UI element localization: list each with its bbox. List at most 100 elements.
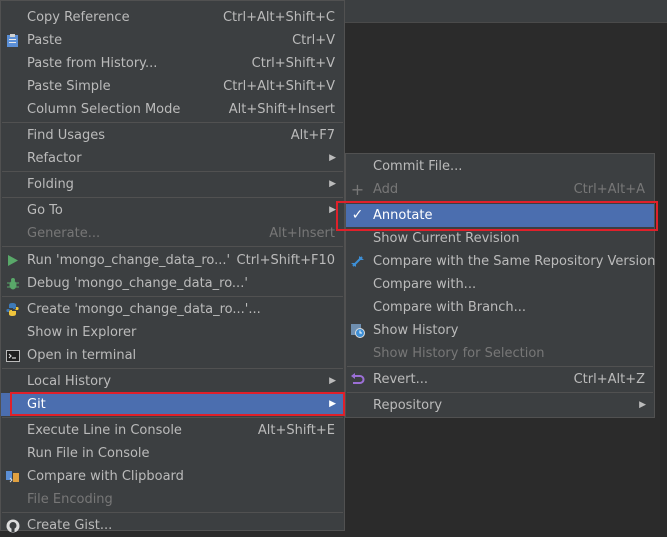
git-item-show-current-revision[interactable]: Show Current Revision — [346, 227, 654, 250]
menu-separator — [2, 368, 343, 369]
editor-context-menu: Copy Reference Ctrl+Alt+Shift+C Paste Ct… — [0, 0, 345, 533]
editor-divider — [345, 22, 667, 23]
git-item-compare-with-branch[interactable]: Compare with Branch... — [346, 296, 654, 319]
clipboard-icon — [5, 33, 20, 48]
menu-separator — [2, 171, 343, 172]
menu-item-label: Compare with Branch... — [373, 300, 527, 315]
menu-item-label: Revert... — [373, 372, 428, 387]
git-item-annotate[interactable]: ✓ Annotate — [346, 204, 654, 227]
menu-item-label: Compare with Clipboard — [27, 469, 184, 484]
menu-item-label: Run 'mongo_change_data_ro...' — [27, 253, 231, 268]
menu-item-shortcut: Alt+Shift+E — [257, 423, 335, 438]
menu-item-label: Column Selection Mode — [27, 102, 181, 117]
submenu-arrow-icon: ▶ — [329, 205, 336, 215]
menu-item-label: Compare with the Same Repository Version — [373, 254, 656, 269]
menu-item-shortcut: Ctrl+Alt+Shift+C — [222, 10, 335, 25]
menu-item-label: Find Usages — [27, 128, 106, 143]
menu-item-run[interactable]: Run 'mongo_change_data_ro...' Ctrl+Shift… — [1, 249, 344, 272]
terminal-icon — [5, 348, 20, 363]
menu-item-column-selection-mode[interactable]: Column Selection Mode Alt+Shift+Insert — [1, 98, 344, 121]
menu-item-label: Add — [373, 182, 399, 197]
menu-separator — [347, 392, 653, 393]
menu-item-generate: Generate... Alt+Insert — [1, 222, 344, 245]
git-item-show-history[interactable]: Show History — [346, 319, 654, 342]
menu-item-compare-with-clipboard[interactable]: Compare with Clipboard — [1, 465, 344, 488]
menu-item-shortcut: Alt+Insert — [269, 226, 335, 241]
menu-separator — [2, 122, 343, 123]
menu-item-shortcut: Ctrl+Shift+V — [251, 56, 335, 71]
menu-item-execute-line-in-console[interactable]: Execute Line in Console Alt+Shift+E — [1, 419, 344, 442]
git-item-add: + Add Ctrl+Alt+A — [346, 178, 654, 201]
menu-item-git[interactable]: Git ▶ — [1, 393, 344, 416]
menu-item-label: Paste — [27, 33, 63, 48]
plus-icon: + — [350, 180, 365, 199]
menu-item-go-to[interactable]: Go To ▶ — [1, 199, 344, 222]
python-icon — [5, 302, 20, 317]
menu-item-label: Git — [27, 397, 46, 412]
menu-item-copy-reference[interactable]: Copy Reference Ctrl+Alt+Shift+C — [1, 6, 344, 29]
git-item-commit-file[interactable]: Commit File... — [346, 155, 654, 178]
checkmark-icon: ✓ — [351, 207, 364, 223]
submenu-arrow-icon: ▶ — [329, 376, 336, 386]
menu-item-find-usages[interactable]: Find Usages Alt+F7 — [1, 124, 344, 147]
menu-item-run-file-in-console[interactable]: Run File in Console — [1, 442, 344, 465]
compare-icon — [5, 469, 20, 484]
menu-item-paste-from-history[interactable]: Paste from History... Ctrl+Shift+V — [1, 52, 344, 75]
menu-item-shortcut: Ctrl+Shift+F10 — [236, 253, 335, 268]
menu-item-label: Refactor — [27, 151, 82, 166]
menu-item-shortcut: Ctrl+V — [292, 33, 335, 48]
menu-item-label: Generate... — [27, 226, 101, 241]
history-clock-icon — [350, 323, 365, 338]
menu-item-paste-simple[interactable]: Paste Simple Ctrl+Alt+Shift+V — [1, 75, 344, 98]
menu-item-label: Show History for Selection — [373, 346, 545, 361]
menu-separator — [2, 417, 343, 418]
menu-item-create-configuration[interactable]: Create 'mongo_change_data_ro...'... — [1, 298, 344, 321]
menu-item-open-in-terminal[interactable]: Open in terminal — [1, 344, 344, 367]
menu-item-label: Debug 'mongo_change_data_ro...' — [27, 276, 248, 291]
menu-item-file-encoding: File Encoding — [1, 488, 344, 511]
menu-item-shortcut: Ctrl+Alt+A — [573, 182, 645, 197]
menu-item-label: Show in Explorer — [27, 325, 137, 340]
menu-item-label: Compare with... — [373, 277, 477, 292]
menu-item-label: Show Current Revision — [373, 231, 520, 246]
menu-separator — [2, 246, 343, 247]
submenu-arrow-icon: ▶ — [329, 153, 336, 163]
submenu-arrow-icon: ▶ — [329, 399, 336, 409]
git-item-revert[interactable]: Revert... Ctrl+Alt+Z — [346, 368, 654, 391]
menu-item-label: Go To — [27, 203, 63, 218]
menu-item-label: Create 'mongo_change_data_ro...'... — [27, 302, 261, 317]
submenu-arrow-icon: ▶ — [639, 400, 646, 410]
menu-item-shortcut: Ctrl+Alt+Z — [573, 372, 645, 387]
menu-item-label: Commit File... — [373, 159, 463, 174]
git-item-compare-same-repo-version[interactable]: Compare with the Same Repository Version — [346, 250, 656, 273]
run-icon — [5, 253, 20, 268]
menu-item-folding[interactable]: Folding ▶ — [1, 173, 344, 196]
menu-separator — [2, 197, 343, 198]
debug-bug-icon — [5, 276, 20, 291]
menu-item-debug[interactable]: Debug 'mongo_change_data_ro...' — [1, 272, 344, 295]
menu-item-show-in-explorer[interactable]: Show in Explorer — [1, 321, 344, 344]
menu-item-label: Paste from History... — [27, 56, 158, 71]
revert-arrow-icon — [350, 372, 365, 387]
menu-item-shortcut: Alt+Shift+Insert — [228, 102, 335, 117]
compare-arrows-icon — [350, 254, 365, 269]
menu-item-label: Open in terminal — [27, 348, 137, 363]
menu-item-shortcut: Ctrl+Alt+Shift+V — [223, 79, 335, 94]
git-submenu: Commit File... + Add Ctrl+Alt+A ✓ Annota… — [345, 153, 655, 418]
menu-item-local-history[interactable]: Local History ▶ — [1, 370, 344, 393]
menu-separator — [2, 296, 343, 297]
menu-item-label: Paste Simple — [27, 79, 111, 94]
git-item-compare-with[interactable]: Compare with... — [346, 273, 654, 296]
menu-item-label: Repository — [373, 398, 443, 413]
menu-separator — [2, 512, 343, 513]
menu-item-paste[interactable]: Paste Ctrl+V — [1, 29, 344, 52]
menu-item-label: Run File in Console — [27, 446, 150, 461]
menu-item-refactor[interactable]: Refactor ▶ — [1, 147, 344, 170]
menu-item-label: Folding — [27, 177, 74, 192]
menu-item-create-gist[interactable]: Create Gist... — [1, 514, 344, 537]
menu-item-label: Annotate — [373, 208, 433, 223]
git-item-repository[interactable]: Repository ▶ — [346, 394, 654, 417]
git-item-show-history-for-selection: Show History for Selection — [346, 342, 654, 365]
menu-item-label: Local History — [27, 374, 112, 389]
menu-separator — [347, 366, 653, 367]
